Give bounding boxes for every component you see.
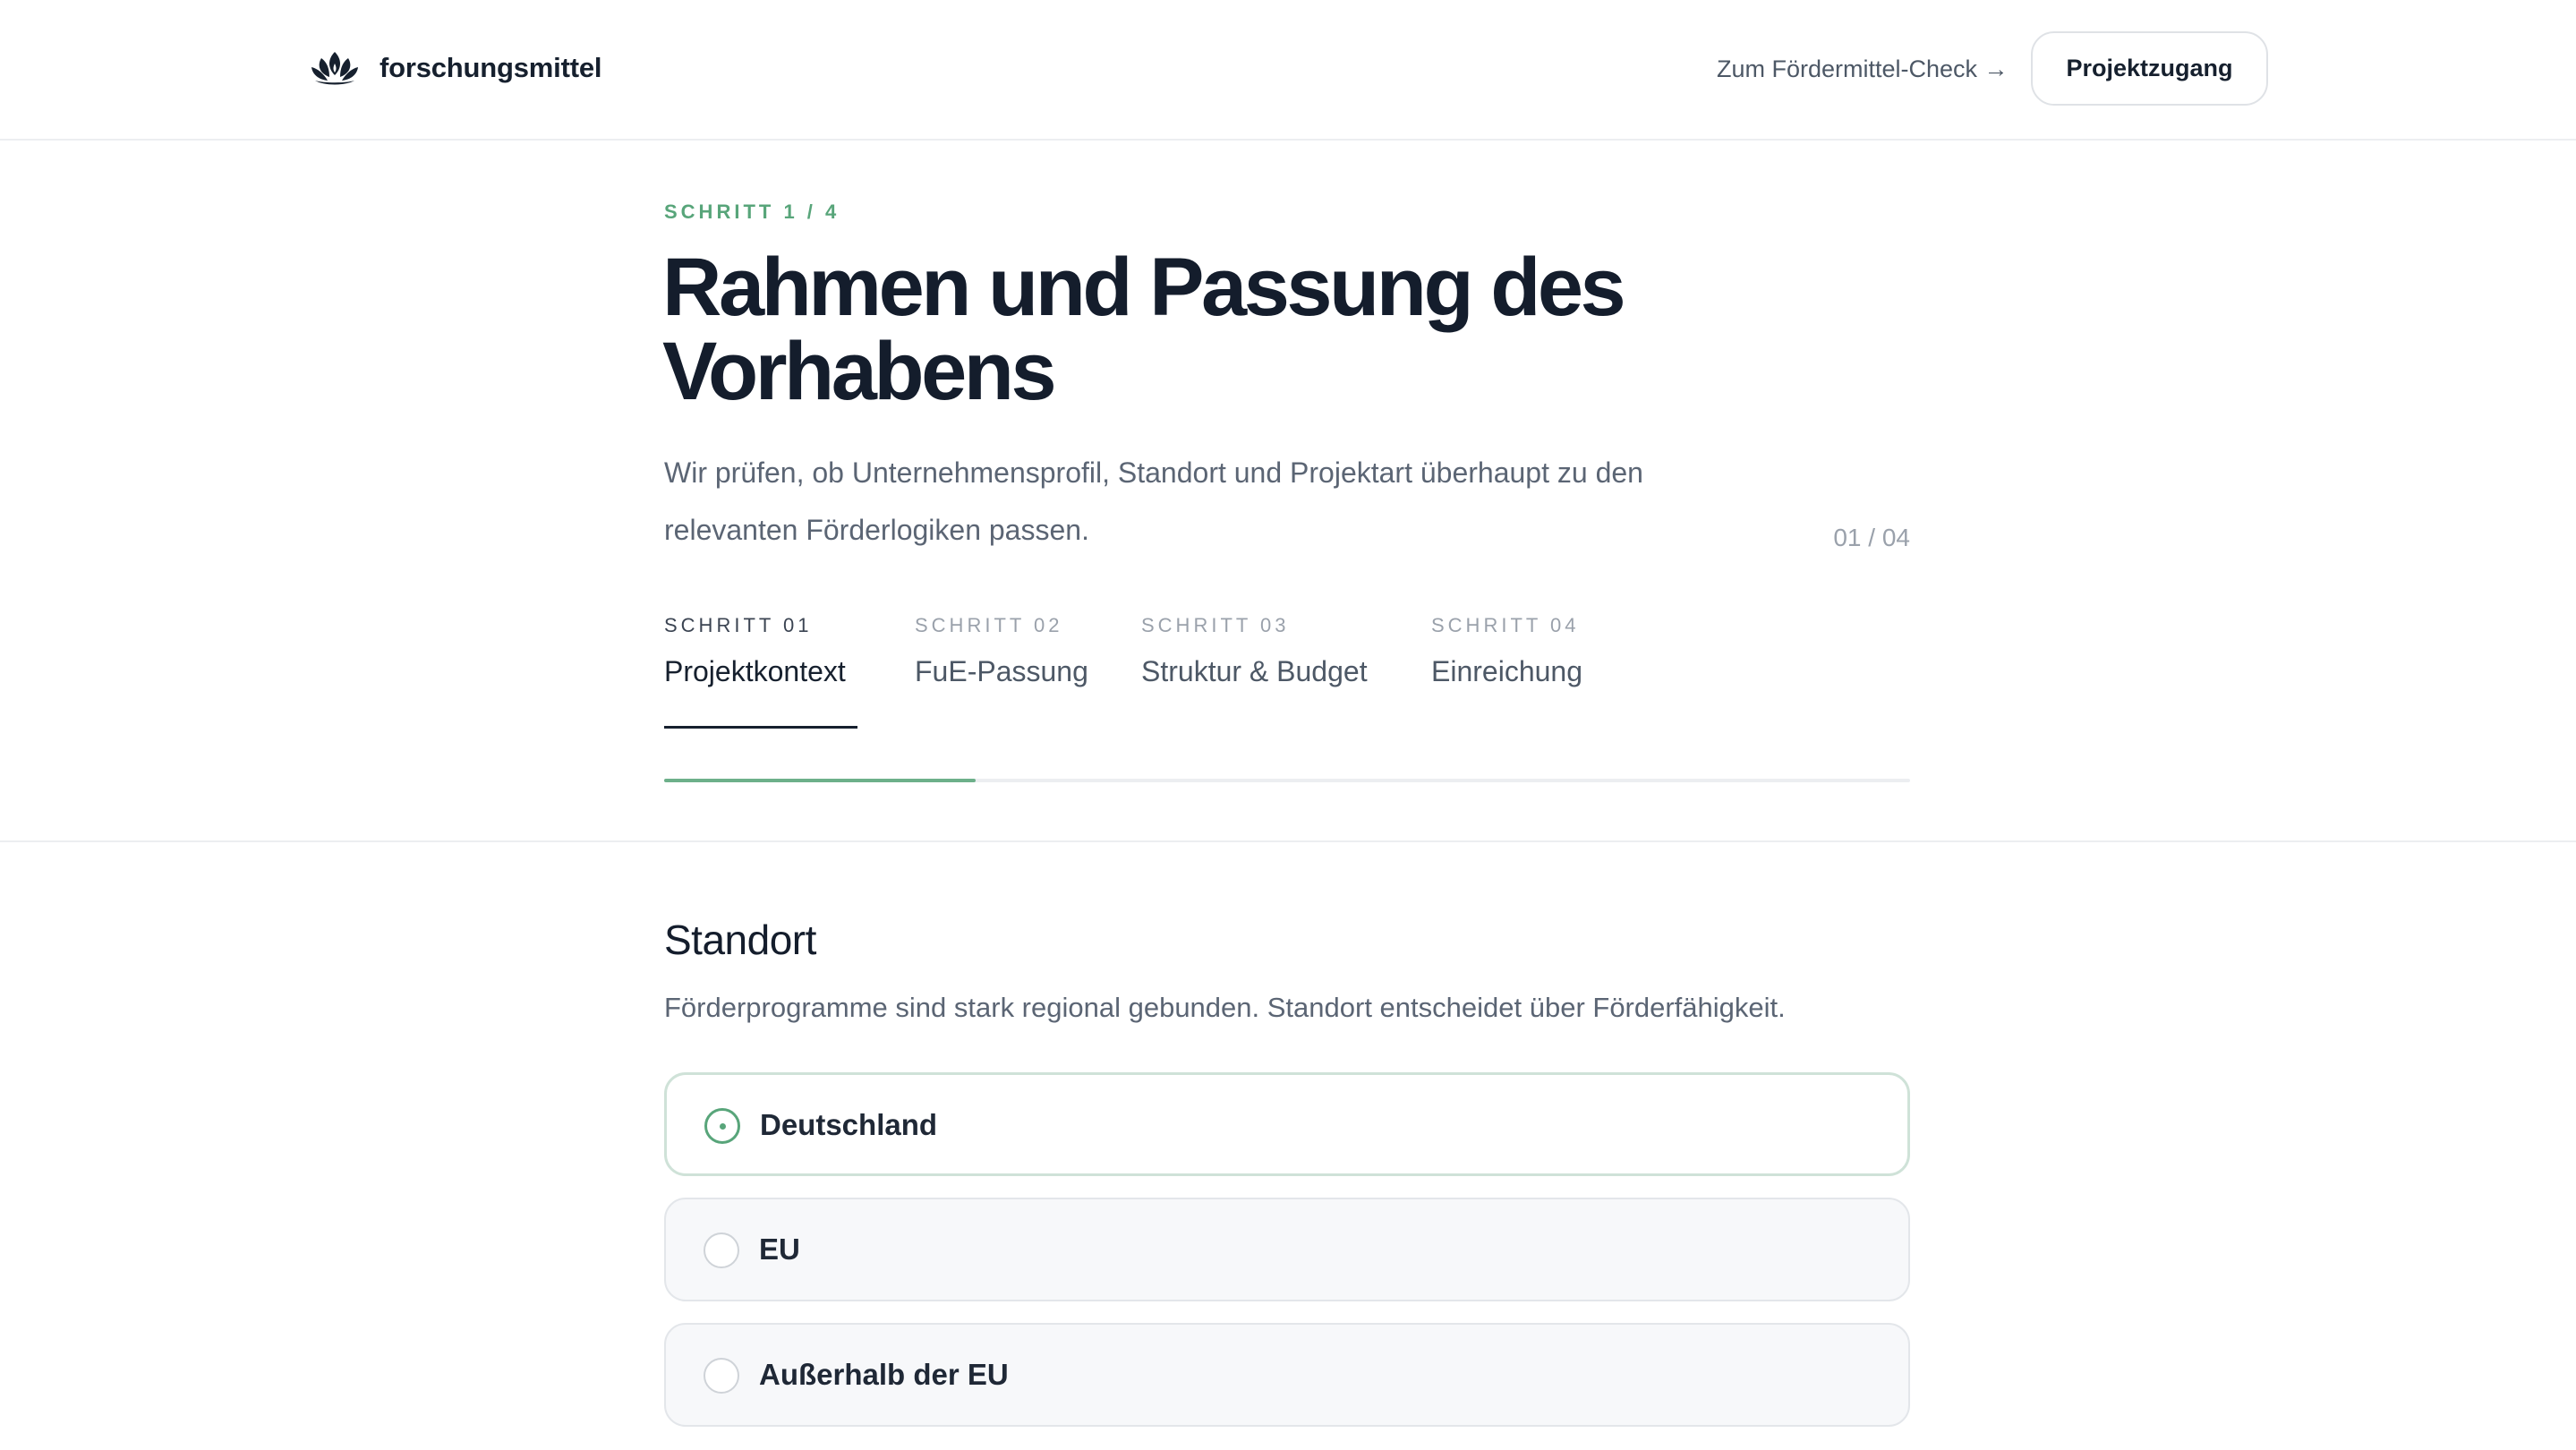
question-title: Standort bbox=[664, 917, 816, 963]
option-label: EU bbox=[759, 1232, 800, 1266]
lotus-logo-icon bbox=[311, 52, 358, 85]
tab-struktur-budget[interactable]: SCHRITT 03 Struktur & Budget bbox=[1141, 614, 1368, 688]
radio-icon[interactable] bbox=[704, 1232, 739, 1268]
foerdermittel-check-link[interactable]: Zum Fördermittel-Check → bbox=[1717, 52, 2009, 86]
brand-name: forschungsmittel bbox=[380, 52, 602, 83]
progress-fill bbox=[664, 779, 976, 782]
page: forschungsmittel Zum Fördermittel-Check … bbox=[0, 0, 2576, 1450]
tab-label: Einreichung bbox=[1431, 655, 1582, 687]
tab-step-number: SCHRITT 01 bbox=[664, 614, 813, 636]
top-navigation-bar: forschungsmittel Zum Fördermittel-Check … bbox=[0, 0, 2576, 141]
projektzugang-button[interactable]: Projektzugang bbox=[2031, 31, 2268, 106]
tab-label: Struktur & Budget bbox=[1141, 655, 1368, 687]
step-counter: 01 / 04 bbox=[1833, 524, 1910, 551]
tab-step-number: SCHRITT 03 bbox=[1141, 614, 1290, 636]
option-label: Außerhalb der EU bbox=[759, 1358, 1009, 1391]
step-kicker: SCHRITT 1 / 4 bbox=[664, 200, 840, 223]
tab-label: Projektkontext bbox=[664, 655, 846, 687]
question-description: Förderprogramme sind stark regional gebu… bbox=[664, 992, 1786, 1023]
tab-step-number: SCHRITT 02 bbox=[915, 614, 1063, 636]
option-deutschland[interactable]: Deutschland bbox=[664, 1072, 1910, 1176]
page-title: Rahmen und Passung des Vorhabens bbox=[662, 242, 1626, 417]
tab-step-number: SCHRITT 04 bbox=[1431, 614, 1580, 636]
section-divider bbox=[0, 840, 2576, 842]
page-lead: Wir prüfen, ob Unternehmensprofil, Stand… bbox=[664, 456, 1643, 546]
tab-label: FuE-Passung bbox=[915, 655, 1088, 687]
tab-fue-passung[interactable]: SCHRITT 02 FuE-Passung bbox=[915, 614, 1088, 688]
option-label: Deutschland bbox=[760, 1108, 938, 1141]
option-eu[interactable]: EU bbox=[664, 1198, 1910, 1301]
brand[interactable]: forschungsmittel bbox=[310, 47, 601, 90]
option-ausserhalb-eu[interactable]: Außerhalb der EU bbox=[664, 1323, 1910, 1427]
radio-selected-icon[interactable] bbox=[704, 1108, 740, 1144]
tab-einreichung[interactable]: SCHRITT 04 Einreichung bbox=[1431, 614, 1582, 688]
tab-projektkontext[interactable]: SCHRITT 01 Projektkontext bbox=[664, 614, 846, 688]
radio-icon[interactable] bbox=[704, 1358, 739, 1394]
active-tab-underline bbox=[664, 726, 857, 729]
progress-track bbox=[664, 779, 1910, 782]
